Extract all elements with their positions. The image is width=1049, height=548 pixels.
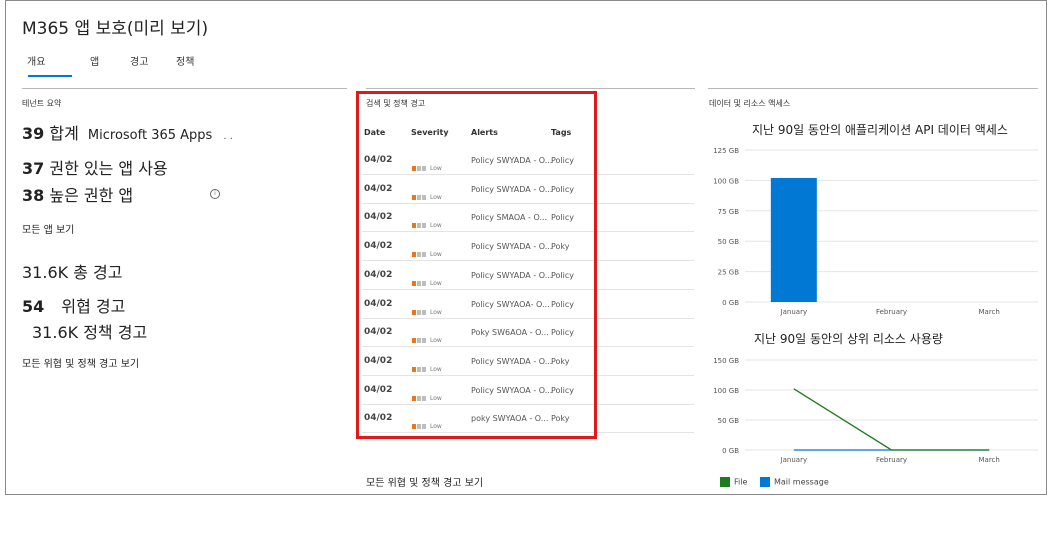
x-tick-label: February	[876, 308, 907, 316]
threat-alerts-summary: 54 위협 경고	[22, 293, 125, 317]
high-priv-count: 38	[22, 186, 45, 205]
y-tick-label: 50 GB	[718, 238, 740, 246]
total-count: 39	[22, 124, 45, 143]
permitted-count: 37	[22, 159, 45, 178]
total-alerts-summary: 31.6K 총 경고	[22, 259, 122, 283]
permitted-apps-summary: 37 권한 있는 앱 사용	[22, 155, 168, 179]
y-tick-label: 0 GB	[722, 299, 739, 307]
y-tick-label: 100 GB	[713, 387, 739, 395]
series-line-file	[793, 388, 990, 451]
y-tick-label: 75 GB	[718, 208, 740, 216]
policy-alerts-label: 31.6K 정책 경고	[32, 323, 148, 342]
tenant-summary-heading: 테넌트 요약	[22, 99, 62, 108]
legend-file: File	[720, 477, 747, 487]
total-label: 합계	[49, 124, 79, 143]
high-priv-summary: 38 높은 권한 앱	[22, 182, 133, 206]
page-title: M365 앱 보호(미리 보기)	[22, 19, 209, 39]
api-data-access-chart: 0 GB 25 GB 50 GB 75 GB 100 GB 125 GB January Fe…	[713, 147, 1038, 316]
x-tick-label: March	[978, 308, 999, 316]
y-tick-label: 150 GB	[713, 357, 739, 365]
section-divider-data	[708, 88, 1038, 89]
permitted-label: 권한 있는 앱 사용	[49, 159, 168, 178]
legend-file-swatch	[720, 477, 730, 487]
active-tab-indicator	[28, 75, 72, 77]
x-tick-label: March	[978, 456, 999, 464]
total-apps-summary: 39 합계 Microsoft 365 Apps . .	[22, 120, 233, 144]
y-tick-label: 25 GB	[718, 269, 740, 277]
y-tick-label: 125 GB	[713, 147, 739, 155]
high-priv-label: 높은 권한 앱	[49, 186, 134, 205]
y-tick-label: 50 GB	[718, 417, 740, 425]
total-apps-label: Microsoft 365 Apps	[87, 128, 213, 143]
legend-file-label: File	[734, 477, 748, 487]
legend-mail: Mail message	[760, 477, 829, 487]
tab-alerts[interactable]: 경고	[130, 53, 148, 68]
tab-overview[interactable]: 개요	[27, 53, 45, 68]
bar-january	[770, 177, 817, 302]
section-divider-summary	[22, 88, 347, 89]
threat-count: 54	[22, 297, 45, 316]
x-tick-label: January	[780, 308, 808, 316]
x-tick-label: January	[780, 456, 808, 464]
legend-mail-swatch	[760, 477, 770, 487]
info-icon[interactable]: i	[210, 189, 220, 199]
legend-mail-label: Mail message	[774, 477, 829, 487]
data-access-heading: 데이터 및 리소스 액세스	[709, 99, 791, 108]
chart1-title: 지난 90일 동안의 애플리케이션 API 데이터 액세스	[752, 123, 1008, 137]
total-alerts-label: 31.6K 총 경고	[22, 263, 123, 282]
view-all-apps-link[interactable]: 모든 앱 보기	[22, 221, 74, 236]
chart2-title: 지난 90일 동안의 상위 리소스 사용량	[754, 332, 943, 346]
resource-usage-chart: 0 GB 50 GB 100 GB 150 GB January February Marc…	[713, 357, 1038, 464]
y-tick-label: 100 GB	[713, 177, 739, 185]
view-all-alerts-bottom-link[interactable]: 모든 위협 및 정책 경고 보기	[366, 474, 483, 489]
view-all-alerts-link[interactable]: 모든 위협 및 정책 경고 보기	[22, 355, 139, 370]
section-divider-alerts	[366, 88, 695, 89]
x-tick-label: February	[876, 456, 907, 464]
y-tick-label: 0 GB	[722, 447, 739, 455]
policy-alerts-summary: 31.6K 정책 경고	[32, 319, 147, 343]
tab-policies[interactable]: 정책	[176, 53, 194, 68]
threat-label: 위협 경고	[61, 297, 126, 316]
highlight-box	[356, 91, 597, 439]
tab-apps[interactable]: 앱	[90, 53, 99, 68]
ellipsis: . .	[223, 131, 233, 142]
